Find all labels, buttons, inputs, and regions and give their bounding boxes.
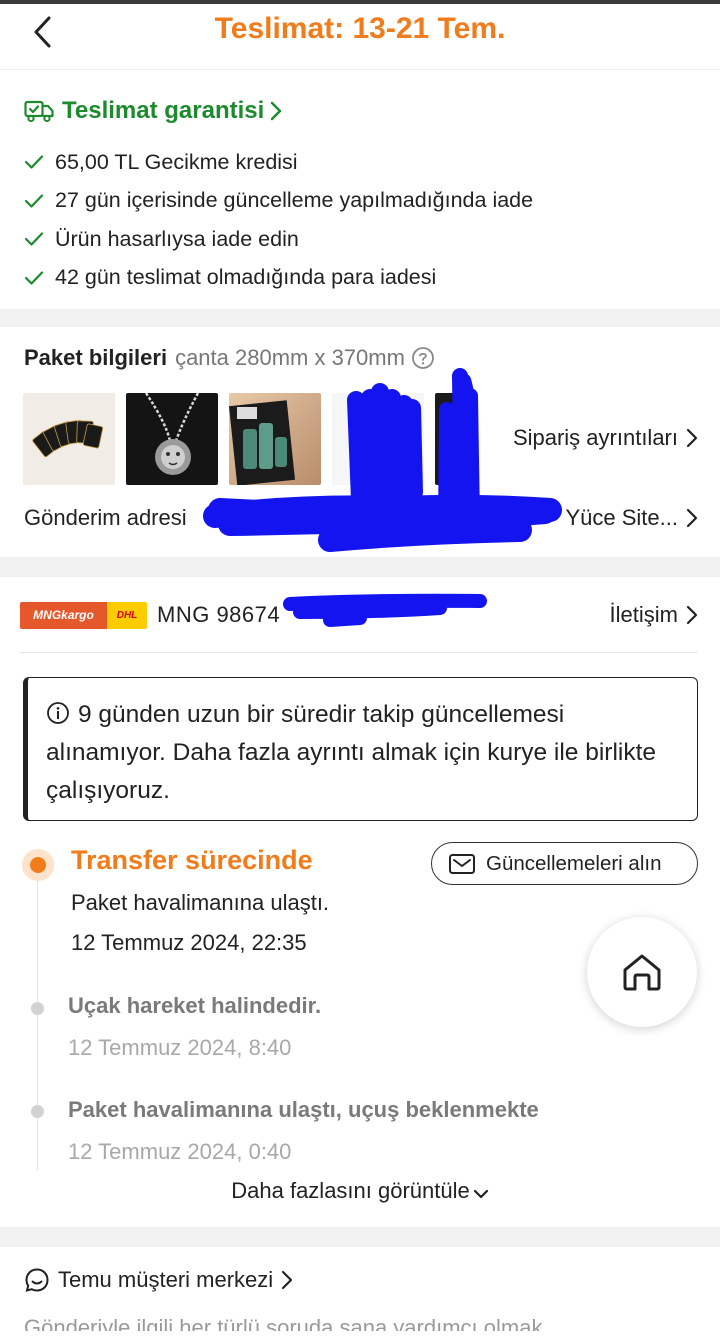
- redaction-overlay: [203, 368, 562, 627]
